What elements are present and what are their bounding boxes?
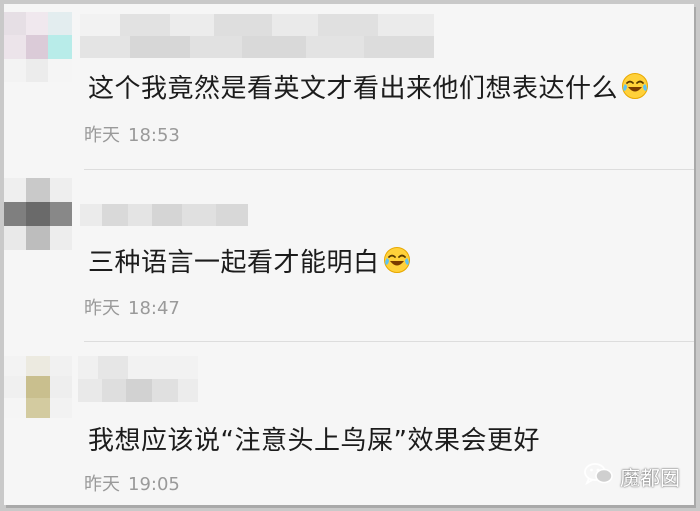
comment-list: 这个我竟然是看英文才看出来他们想表达什么 昨天 18:53 三种语言一起看才能明… (4, 4, 694, 505)
comment-text: 三种语言一起看才能明白 (88, 242, 411, 281)
comment-item: 三种语言一起看才能明白 昨天 18:47 (4, 170, 694, 342)
comment-item: 这个我竟然是看英文才看出来他们想表达什么 昨天 18:53 (4, 4, 694, 170)
watermark-label: 魔都囡 (620, 466, 680, 490)
wechat-icon (584, 462, 614, 491)
laughing-tears-emoji (621, 72, 649, 107)
comment-timestamp: 昨天 18:47 (84, 298, 180, 319)
username-blurred[interactable] (80, 204, 248, 226)
avatar[interactable] (4, 356, 72, 418)
username-blurred[interactable] (78, 356, 198, 402)
laughing-tears-emoji (383, 246, 411, 281)
comment-text: 这个我竟然是看英文才看出来他们想表达什么 (88, 68, 649, 107)
comment-timestamp: 昨天 19:05 (84, 474, 180, 495)
comment-timestamp: 昨天 18:53 (84, 125, 180, 146)
comment-text: 我想应该说“注意头上鸟屎”效果会更好 (88, 426, 540, 456)
avatar[interactable] (4, 178, 72, 250)
username-blurred[interactable] (80, 14, 434, 58)
avatar[interactable] (4, 12, 72, 82)
watermark: 魔都囡 (584, 462, 680, 491)
